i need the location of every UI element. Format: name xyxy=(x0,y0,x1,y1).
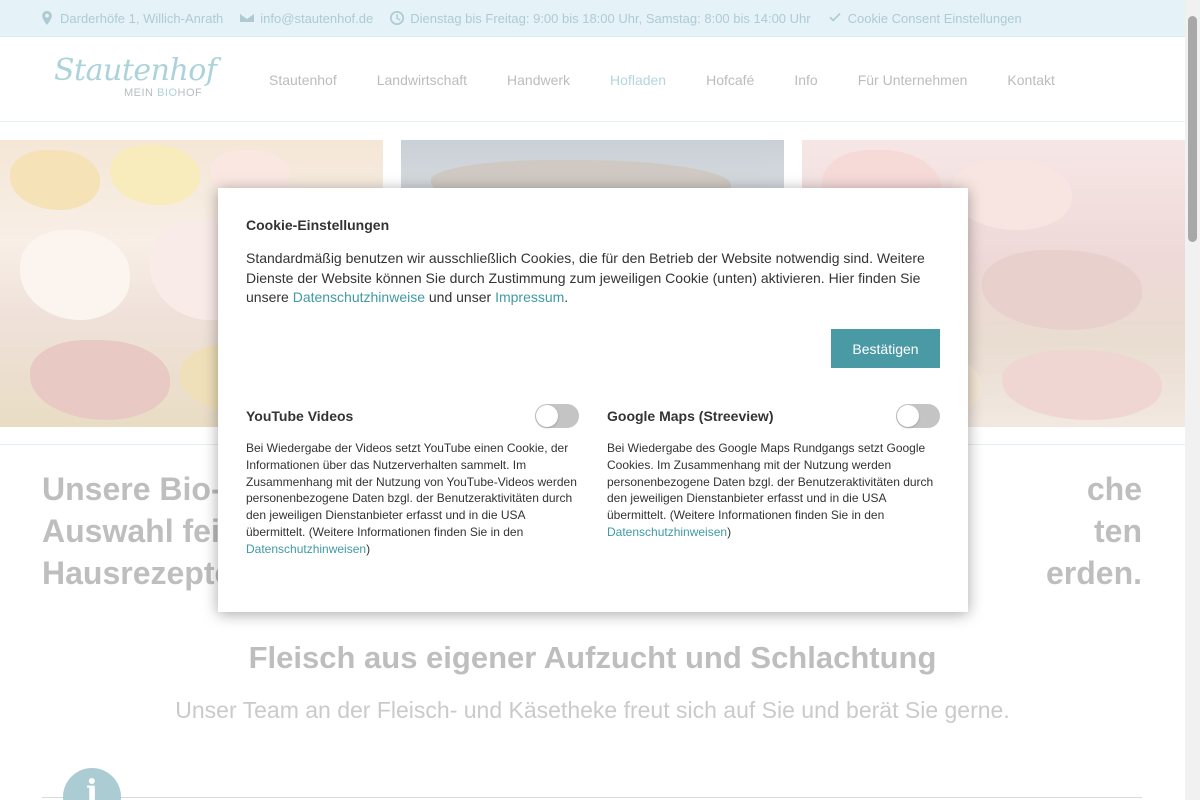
youtube-text-close: ) xyxy=(366,541,371,556)
privacy-link[interactable]: Datenschutzhinweise xyxy=(293,289,425,305)
maps-cookie-text: Bei Wiedergabe des Google Maps Rundgangs… xyxy=(607,440,940,541)
maps-text-close: ) xyxy=(727,524,732,539)
page-scrollbar[interactable] xyxy=(1185,0,1200,800)
modal-text-middle: und unser xyxy=(425,289,496,305)
maps-text-body: Bei Wiedergabe des Google Maps Rundgangs… xyxy=(607,441,934,523)
scrollbar-thumb[interactable] xyxy=(1188,16,1197,242)
cookie-settings-modal: Cookie-Einstellungen Standardmäßig benut… xyxy=(218,188,968,612)
youtube-privacy-link[interactable]: Datenschutzhinweisen xyxy=(246,542,366,556)
maps-privacy-link[interactable]: Datenschutzhinweisen xyxy=(607,525,727,539)
youtube-toggle[interactable] xyxy=(535,404,579,428)
youtube-text-body: Bei Wiedergabe der Videos setzt YouTube … xyxy=(246,441,577,539)
imprint-link[interactable]: Impressum xyxy=(495,289,564,305)
confirm-button[interactable]: Bestätigen xyxy=(831,329,940,368)
youtube-cookie-text: Bei Wiedergabe der Videos setzt YouTube … xyxy=(246,440,579,558)
youtube-cookie-title: YouTube Videos xyxy=(246,408,354,424)
modal-text-after: . xyxy=(564,289,569,305)
maps-cookie-section: Google Maps (Streeview) Bei Wiedergabe d… xyxy=(607,404,940,541)
youtube-cookie-section: YouTube Videos Bei Wiedergabe der Videos… xyxy=(246,404,579,558)
maps-cookie-header: Google Maps (Streeview) xyxy=(607,404,940,428)
modal-description: Standardmäßig benutzen wir ausschließlic… xyxy=(246,249,941,308)
modal-title: Cookie-Einstellungen xyxy=(246,217,390,233)
maps-cookie-title: Google Maps (Streeview) xyxy=(607,408,774,424)
toggle-knob xyxy=(536,405,558,427)
toggle-knob xyxy=(897,405,919,427)
maps-toggle[interactable] xyxy=(896,404,940,428)
youtube-cookie-header: YouTube Videos xyxy=(246,404,579,428)
